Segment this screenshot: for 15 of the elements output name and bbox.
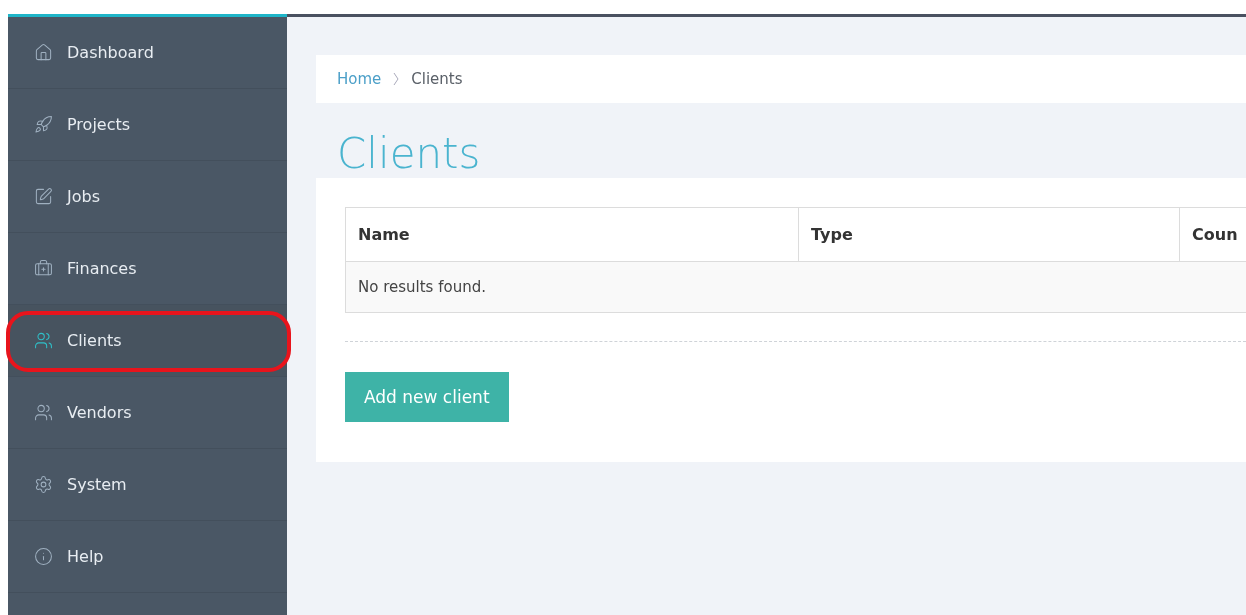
chevron-icon (393, 72, 400, 86)
page-title: Clients (336, 128, 482, 178)
briefcase-icon (34, 259, 53, 278)
people-icon (34, 331, 53, 350)
empty-message: No results found. (346, 262, 1246, 312)
column-header: Coun (1179, 208, 1246, 261)
info-icon (34, 547, 53, 566)
home-icon (34, 43, 53, 62)
column-header: Name (357, 224, 411, 246)
settings-icon (34, 475, 53, 494)
breadcrumb-current: Clients (411, 70, 463, 88)
people-icon (34, 403, 53, 422)
rocket-icon (34, 115, 53, 134)
edit-icon (34, 187, 53, 206)
column-header: Type (798, 208, 1179, 261)
